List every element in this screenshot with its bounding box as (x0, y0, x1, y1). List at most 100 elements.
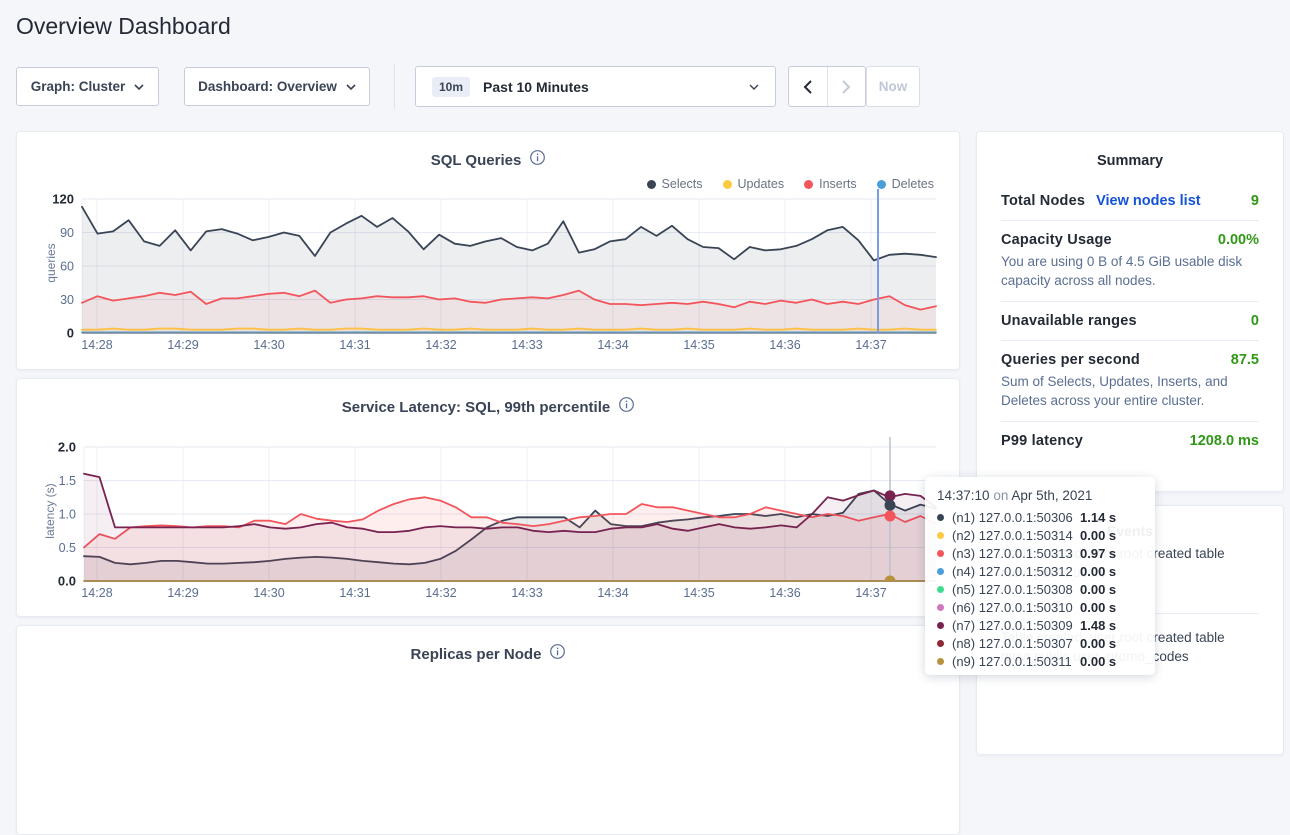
tooltip-node-address: (n9) 127.0.0.1:50311 (952, 654, 1080, 669)
svg-text:14:37: 14:37 (855, 338, 886, 352)
tooltip-node-value: 0.00 s (1080, 600, 1116, 615)
tooltip-node-value: 0.00 s (1080, 564, 1116, 579)
graph-dropdown-label: Graph: Cluster (31, 79, 126, 94)
tooltip-timestamp: 14:37:10 on Apr 5th, 2021 (937, 488, 1143, 503)
time-next-button[interactable] (828, 67, 866, 106)
node-color-dot-icon (937, 658, 944, 665)
svg-text:14:28: 14:28 (81, 338, 112, 352)
summary-row-label: P99 latency (1001, 433, 1083, 449)
dashboard-dropdown[interactable]: Dashboard: Overview (184, 67, 370, 106)
svg-text:14:32: 14:32 (425, 338, 456, 352)
svg-text:14:35: 14:35 (683, 586, 714, 600)
chevron-down-icon (749, 84, 759, 90)
svg-text:14:35: 14:35 (683, 338, 714, 352)
tooltip-node-row: (n3) 127.0.0.1:503130.97 s (937, 544, 1143, 562)
chevron-down-icon (346, 84, 356, 90)
view-nodes-list-link[interactable]: View nodes list (1096, 193, 1201, 209)
time-range-badge: 10m (432, 77, 470, 97)
tooltip-node-value: 0.00 s (1080, 528, 1116, 543)
summary-row-label: Queries per second (1001, 352, 1140, 368)
node-color-dot-icon (937, 586, 944, 593)
tooltip-node-address: (n4) 127.0.0.1:50312 (952, 564, 1080, 579)
svg-text:14:34: 14:34 (597, 586, 628, 600)
summary-row-value: 0 (1251, 313, 1259, 329)
svg-text:2.0: 2.0 (58, 440, 76, 455)
svg-text:14:37: 14:37 (855, 586, 886, 600)
summary-row-value: 1208.0 ms (1190, 433, 1259, 449)
summary-row: Queries per second 87.5 Sum of Selects, Up… (1001, 341, 1259, 422)
service-latency-chart[interactable]: 14:2814:2914:3014:3114:3214:3314:3414:35… (17, 379, 961, 618)
summary-row-value: 0.00% (1218, 232, 1259, 248)
tooltip-node-address: (n6) 127.0.0.1:50310 (952, 600, 1080, 615)
sql-queries-card: SQL Queries SelectsUpdatesInsertsDeletes… (16, 131, 960, 370)
tooltip-node-row: (n6) 127.0.0.1:503100.00 s (937, 598, 1143, 616)
summary-row-label: Total Nodes (1001, 193, 1085, 209)
summary-row: P99 latency 1208.0 ms (1001, 422, 1259, 460)
time-range-dropdown[interactable]: 10m Past 10 Minutes (415, 66, 776, 107)
time-nav-group (788, 66, 866, 107)
tooltip-node-row: (n7) 127.0.0.1:503091.48 s (937, 616, 1143, 634)
dashboard-dropdown-label: Dashboard: Overview (198, 79, 337, 94)
page-title: Overview Dashboard (16, 13, 231, 40)
svg-text:14:31: 14:31 (339, 338, 370, 352)
summary-row: Total Nodes View nodes list 9 (1001, 182, 1259, 221)
service-latency-card: Service Latency: SQL, 99th percentile la… (16, 378, 960, 617)
svg-text:14:30: 14:30 (253, 586, 284, 600)
summary-row-value: 9 (1251, 193, 1259, 209)
node-color-dot-icon (937, 532, 944, 539)
svg-text:14:31: 14:31 (339, 586, 370, 600)
chart-hover-tooltip: 14:37:10 on Apr 5th, 2021 (n1) 127.0.0.1… (925, 477, 1155, 675)
node-color-dot-icon (937, 622, 944, 629)
summary-row: Unavailable ranges 0 (1001, 302, 1259, 341)
tooltip-node-value: 0.00 s (1080, 654, 1116, 669)
tooltip-node-row: (n8) 127.0.0.1:503070.00 s (937, 634, 1143, 652)
tooltip-node-address: (n7) 127.0.0.1:50309 (952, 618, 1080, 633)
chevron-down-icon (134, 84, 144, 90)
summary-title: Summary (977, 132, 1283, 182)
tooltip-node-address: (n8) 127.0.0.1:50307 (952, 636, 1080, 651)
svg-text:14:30: 14:30 (253, 338, 284, 352)
tooltip-node-address: (n1) 127.0.0.1:50306 (952, 510, 1080, 525)
node-color-dot-icon (937, 640, 944, 647)
tooltip-node-row: (n4) 127.0.0.1:503120.00 s (937, 562, 1143, 580)
tooltip-node-row: (n1) 127.0.0.1:503061.14 s (937, 508, 1143, 526)
sql-queries-chart[interactable]: 14:2814:2914:3014:3114:3214:3314:3414:35… (17, 132, 961, 371)
summary-row-value: 87.5 (1231, 352, 1259, 368)
svg-text:60: 60 (60, 260, 74, 274)
info-icon[interactable] (550, 644, 565, 664)
tooltip-node-address: (n5) 127.0.0.1:50308 (952, 582, 1080, 597)
tooltip-node-row: (n9) 127.0.0.1:503110.00 s (937, 652, 1143, 670)
tooltip-node-row: (n5) 127.0.0.1:503080.00 s (937, 580, 1143, 598)
tooltip-node-value: 1.48 s (1080, 618, 1116, 633)
summary-row-label: Unavailable ranges (1001, 313, 1137, 329)
summary-row-caption: You are using 0 B of 4.5 GiB usable disk… (1001, 252, 1259, 290)
node-color-dot-icon (937, 568, 944, 575)
svg-text:0.0: 0.0 (58, 574, 76, 589)
graph-dropdown[interactable]: Graph: Cluster (16, 67, 159, 106)
svg-text:0: 0 (67, 326, 74, 341)
summary-row: Capacity Usage 0.00% You are using 0 B of … (1001, 221, 1259, 302)
svg-text:14:28: 14:28 (81, 586, 112, 600)
svg-text:14:33: 14:33 (511, 338, 542, 352)
svg-text:14:32: 14:32 (425, 586, 456, 600)
tooltip-node-value: 1.14 s (1080, 510, 1116, 525)
tooltip-node-address: (n3) 127.0.0.1:50313 (952, 546, 1080, 561)
now-button[interactable]: Now (866, 66, 920, 107)
svg-text:14:34: 14:34 (597, 338, 628, 352)
svg-text:14:29: 14:29 (167, 586, 198, 600)
svg-text:14:36: 14:36 (769, 586, 800, 600)
time-range-label: Past 10 Minutes (483, 79, 589, 95)
summary-panel: Summary Total Nodes View nodes list 9 Capac… (976, 131, 1284, 492)
replicas-per-node-card: Replicas per Node (16, 625, 960, 835)
replicas-per-node-title: Replicas per Node (411, 646, 542, 663)
tooltip-node-address: (n2) 127.0.0.1:50314 (952, 528, 1080, 543)
time-prev-button[interactable] (789, 67, 828, 106)
summary-row-label: Capacity Usage (1001, 232, 1112, 248)
svg-text:120: 120 (52, 192, 74, 207)
svg-text:14:36: 14:36 (769, 338, 800, 352)
svg-text:1.5: 1.5 (59, 474, 76, 488)
node-color-dot-icon (937, 604, 944, 611)
summary-row-caption: Sum of Selects, Updates, Inserts, and De… (1001, 372, 1259, 410)
node-color-dot-icon (937, 514, 944, 521)
svg-text:1.0: 1.0 (59, 508, 76, 522)
